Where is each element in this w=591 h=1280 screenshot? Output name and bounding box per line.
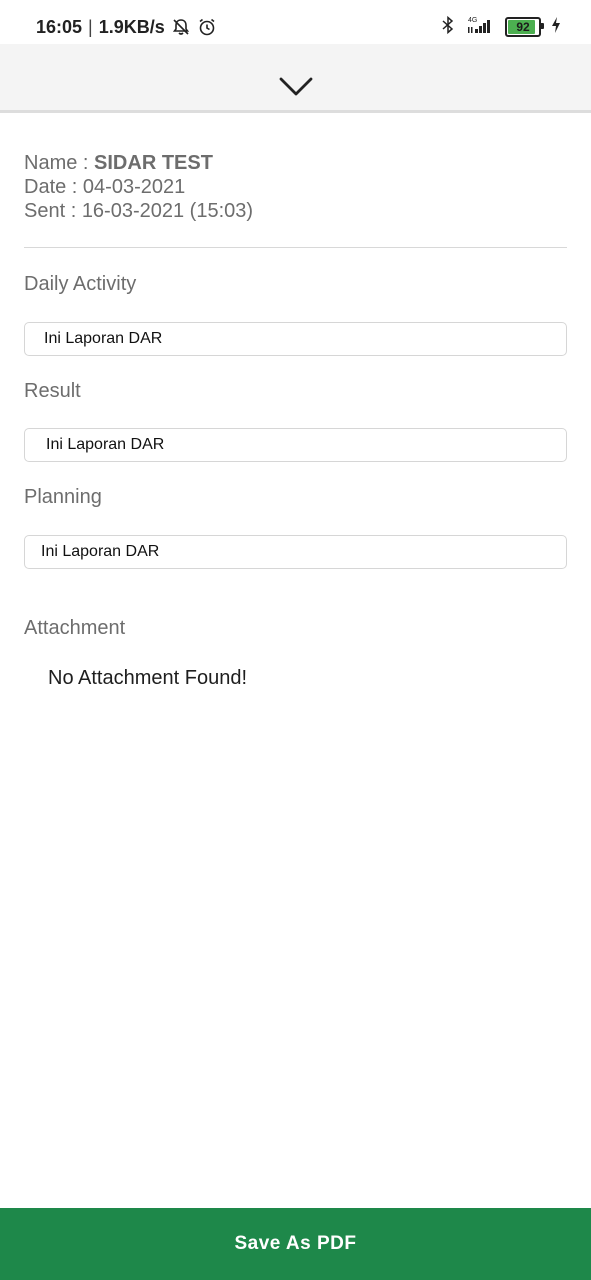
daily-activity-value: Ini Laporan DAR <box>44 330 163 347</box>
result-value: Ini Laporan DAR <box>46 436 165 453</box>
chevron-down-icon[interactable] <box>278 74 314 103</box>
status-time: 16:05 <box>36 16 83 37</box>
bell-off-icon <box>171 17 191 37</box>
battery-level: 92 <box>516 20 530 34</box>
name-label: Name : <box>24 152 95 174</box>
name-row: Name : SIDAR TEST <box>24 151 253 175</box>
status-net-speed: 1.9KB/s <box>98 16 165 37</box>
charging-icon <box>551 16 561 39</box>
report-info: Name : SIDAR TEST Date : 04-03-2021 Sent… <box>24 151 253 223</box>
battery-tip <box>541 23 544 29</box>
status-right: 4G 92 <box>441 14 561 40</box>
bluetooth-icon <box>441 15 455 40</box>
battery-icon: 92 <box>505 17 544 37</box>
no-attachment-message: No Attachment Found! <box>48 667 248 689</box>
planning-label: Planning <box>24 486 102 508</box>
name-value: SIDAR TEST <box>94 152 213 174</box>
sent-label: Sent : <box>24 200 82 222</box>
status-bar: 16:05 | 1.9KB/s 4G 92 <box>0 0 591 44</box>
planning-field[interactable]: Ini Laporan DAR <box>24 535 567 569</box>
network-label: 4G <box>468 17 477 24</box>
date-value: 04-03-2021 <box>82 176 186 198</box>
divider <box>24 247 567 248</box>
sent-row: Sent : 16-03-2021 (15:03) <box>24 199 253 223</box>
planning-value: Ini Laporan DAR <box>41 543 160 560</box>
date-row: Date : 04-03-2021 <box>24 175 253 199</box>
daily-activity-field[interactable]: Ini Laporan DAR <box>24 322 567 356</box>
result-field[interactable]: Ini Laporan DAR <box>24 428 567 462</box>
status-left: 16:05 | 1.9KB/s <box>36 15 217 39</box>
save-as-pdf-button[interactable]: Save As PDF <box>0 1208 591 1280</box>
result-label: Result <box>24 380 81 402</box>
daily-activity-label: Daily Activity <box>24 273 137 295</box>
signal-4g-icon: 4G <box>465 15 495 40</box>
sent-value: 16-03-2021 (15:03) <box>81 200 254 222</box>
date-label: Date : <box>24 176 83 198</box>
status-separator: | <box>88 16 93 37</box>
alarm-icon <box>197 17 217 37</box>
attachment-label: Attachment <box>24 617 126 639</box>
collapse-header[interactable] <box>0 44 591 113</box>
